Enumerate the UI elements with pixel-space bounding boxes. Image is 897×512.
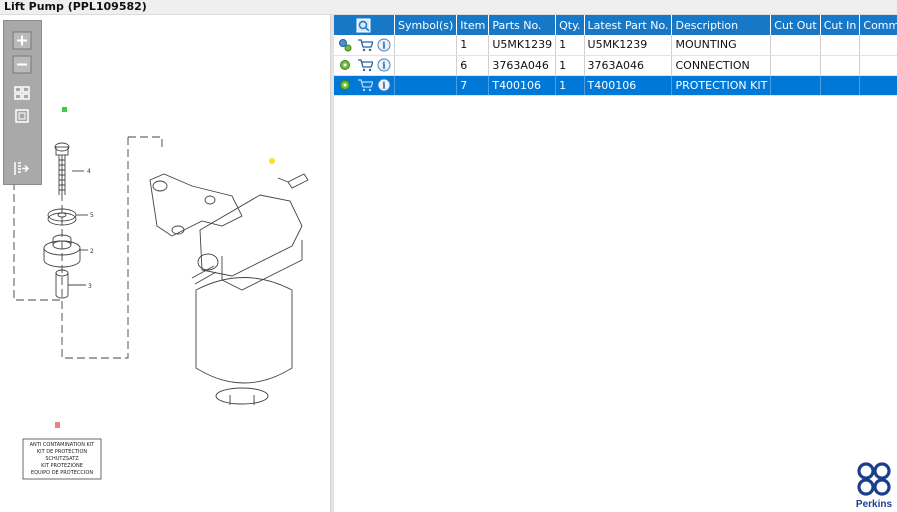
kit-label-line: EQUIPO DE PROTECCION — [31, 470, 93, 476]
column-header-actions[interactable] — [334, 15, 395, 35]
cell-part-no: 3763A046 — [488, 55, 557, 76]
table-row[interactable]: i 1 U5MK1239 1 U5MK1239 MOUNTING — [334, 35, 897, 56]
column-header-item[interactable]: Item — [456, 15, 490, 35]
info-icon[interactable]: i — [377, 58, 391, 72]
column-header-qty[interactable]: Qty. — [555, 15, 585, 35]
item-marker-6[interactable] — [269, 158, 275, 164]
column-header-cut-in[interactable]: Cut In — [820, 15, 861, 35]
row-actions: i — [334, 75, 395, 96]
callout-4: 4 — [87, 168, 91, 175]
fit-window-button[interactable] — [12, 107, 32, 126]
callout-2: 2 — [90, 248, 94, 255]
row-actions: i — [334, 35, 395, 56]
table-header: Symbol(s) Item Parts No. Qty. Latest Par… — [334, 15, 897, 35]
square-icon — [15, 109, 29, 123]
exploded-view-drawing: 4 5 2 3 ANTI CONTAMINATION KIT KIT DE PR… — [13, 107, 309, 480]
cell-cut-in — [820, 55, 861, 76]
shopping-cart-icon[interactable] — [357, 78, 373, 92]
column-header-comments[interactable]: Comments — [859, 15, 897, 35]
cell-latest-part-no: T400106 — [584, 75, 673, 96]
cell-symbols — [394, 75, 458, 96]
cell-part-no: U5MK1239 — [488, 35, 557, 56]
callout-5: 5 — [90, 212, 94, 219]
zoom-out-button[interactable] — [12, 55, 32, 74]
shopping-cart-icon[interactable] — [357, 58, 373, 72]
info-icon[interactable]: i — [377, 38, 391, 52]
svg-text:i: i — [382, 62, 386, 72]
cell-cut-out — [770, 75, 821, 96]
cell-cut-out — [770, 55, 821, 76]
svg-text:i: i — [382, 82, 386, 92]
cell-description: MOUNTING — [671, 35, 772, 56]
window-title: Lift Pump (PPL109582) — [4, 0, 147, 13]
zoom-in-button[interactable] — [12, 31, 32, 50]
zoom-in-icon — [12, 31, 32, 50]
column-header-cut-out[interactable]: Cut Out — [770, 15, 821, 35]
kit-label-line: SCHUTZSATZ — [45, 456, 79, 462]
item-marker-1[interactable] — [62, 107, 67, 112]
cell-qty: 1 — [555, 75, 585, 96]
parts-list-pane: Symbol(s) Item Parts No. Qty. Latest Par… — [334, 15, 897, 512]
zoom-out-icon — [12, 55, 32, 74]
gears-icon[interactable] — [338, 38, 352, 52]
table-row-selected[interactable]: i 7 T400106 1 T400106 PROTECTION KIT — [334, 75, 897, 96]
cell-latest-part-no: 3763A046 — [584, 55, 673, 76]
kit-label-line: KIT DE PROTECTION — [37, 449, 88, 455]
parts-table: Symbol(s) Item Parts No. Qty. Latest Par… — [334, 15, 897, 96]
info-icon[interactable]: i — [377, 78, 391, 92]
search-list-icon — [356, 18, 371, 32]
move-to-list-button[interactable] — [12, 159, 32, 178]
cell-description: PROTECTION KIT — [671, 75, 772, 96]
svg-text:i: i — [382, 41, 386, 51]
cell-comments — [859, 75, 897, 96]
column-header-latest-part-no[interactable]: Latest Part No. — [584, 15, 673, 35]
cell-qty: 1 — [555, 35, 585, 56]
column-header-description[interactable]: Description — [671, 15, 772, 35]
kit-label-line: ANTI CONTAMINATION KIT — [30, 442, 96, 448]
cell-symbols — [394, 55, 458, 76]
cell-cut-out — [770, 35, 821, 56]
cell-comments — [859, 35, 897, 56]
cell-symbols — [394, 35, 458, 56]
list-arrow-icon — [14, 162, 30, 175]
cell-latest-part-no: U5MK1239 — [584, 35, 673, 56]
brand-name: Perkins — [855, 499, 893, 510]
column-header-parts-no[interactable]: Parts No. — [488, 15, 557, 35]
cell-part-no: T400106 — [488, 75, 557, 96]
column-header-symbols[interactable]: Symbol(s) — [394, 15, 458, 35]
cell-item: 7 — [456, 75, 490, 96]
cell-item: 1 — [456, 35, 490, 56]
perkins-logo-mark — [857, 462, 891, 496]
kit-label-line: KIT PROTEZIONE — [41, 463, 83, 469]
view-toolbar — [3, 20, 42, 185]
cell-cut-in — [820, 75, 861, 96]
cell-comments — [859, 55, 897, 76]
drawing-pane[interactable]: 4 5 2 3 ANTI CONTAMINATION KIT KIT DE PR… — [0, 15, 331, 512]
cell-description: CONNECTION — [671, 55, 772, 76]
gear-icon[interactable] — [338, 78, 352, 92]
table-row[interactable]: i 6 3763A046 1 3763A046 CONNECTION — [334, 55, 897, 76]
fit-all-button[interactable] — [12, 84, 32, 103]
grid-icon — [14, 86, 30, 100]
cell-qty: 1 — [555, 55, 585, 76]
shopping-cart-icon[interactable] — [357, 38, 373, 52]
item-marker-7[interactable] — [55, 422, 60, 428]
title-bar: Lift Pump (PPL109582) — [0, 0, 897, 15]
callout-3: 3 — [88, 283, 92, 290]
row-actions: i — [334, 55, 395, 76]
gear-icon[interactable] — [338, 58, 352, 72]
cell-cut-in — [820, 35, 861, 56]
perkins-logo: Perkins — [854, 462, 894, 510]
cell-item: 6 — [456, 55, 490, 76]
